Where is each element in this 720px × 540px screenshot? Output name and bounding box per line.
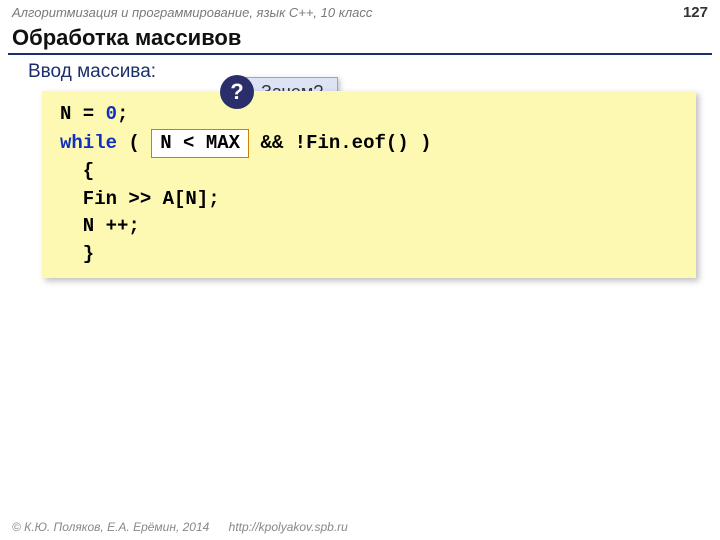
code-text: ( [117,132,151,154]
header: Алгоритмизация и программирование, язык … [0,0,720,21]
code-text: && !Fin.eof() ) [249,132,431,154]
code-block: N = 0; while ( N < MAX && !Fin.eof() ) {… [42,91,696,278]
code-text: N [60,103,71,125]
breadcrumb: Алгоритмизация и программирование, язык … [12,5,372,20]
footer-url: http://kpolyakov.spb.ru [229,520,348,534]
subtitle: Ввод массива: [0,55,720,87]
page-number: 127 [683,4,708,21]
code-text: ; [117,103,128,125]
code-line: Fin >> A[N]; [60,186,678,214]
footer: © К.Ю. Поляков, Е.А. Ерёмин, 2014 http:/… [12,520,348,534]
code-line: N ++; [60,213,678,241]
code-number: 0 [106,103,117,125]
code-keyword: while [60,132,117,154]
question-icon: ? [220,75,254,109]
page-title: Обработка массивов [0,21,720,53]
code-line: while ( N < MAX && !Fin.eof() ) [60,129,678,159]
code-line: } [60,241,678,269]
code-text: = [71,103,105,125]
code-line: { [60,158,678,186]
highlight-condition: N < MAX [151,129,249,159]
code-line: N = 0; [60,101,678,129]
copyright: © К.Ю. Поляков, Е.А. Ерёмин, 2014 [12,520,209,534]
